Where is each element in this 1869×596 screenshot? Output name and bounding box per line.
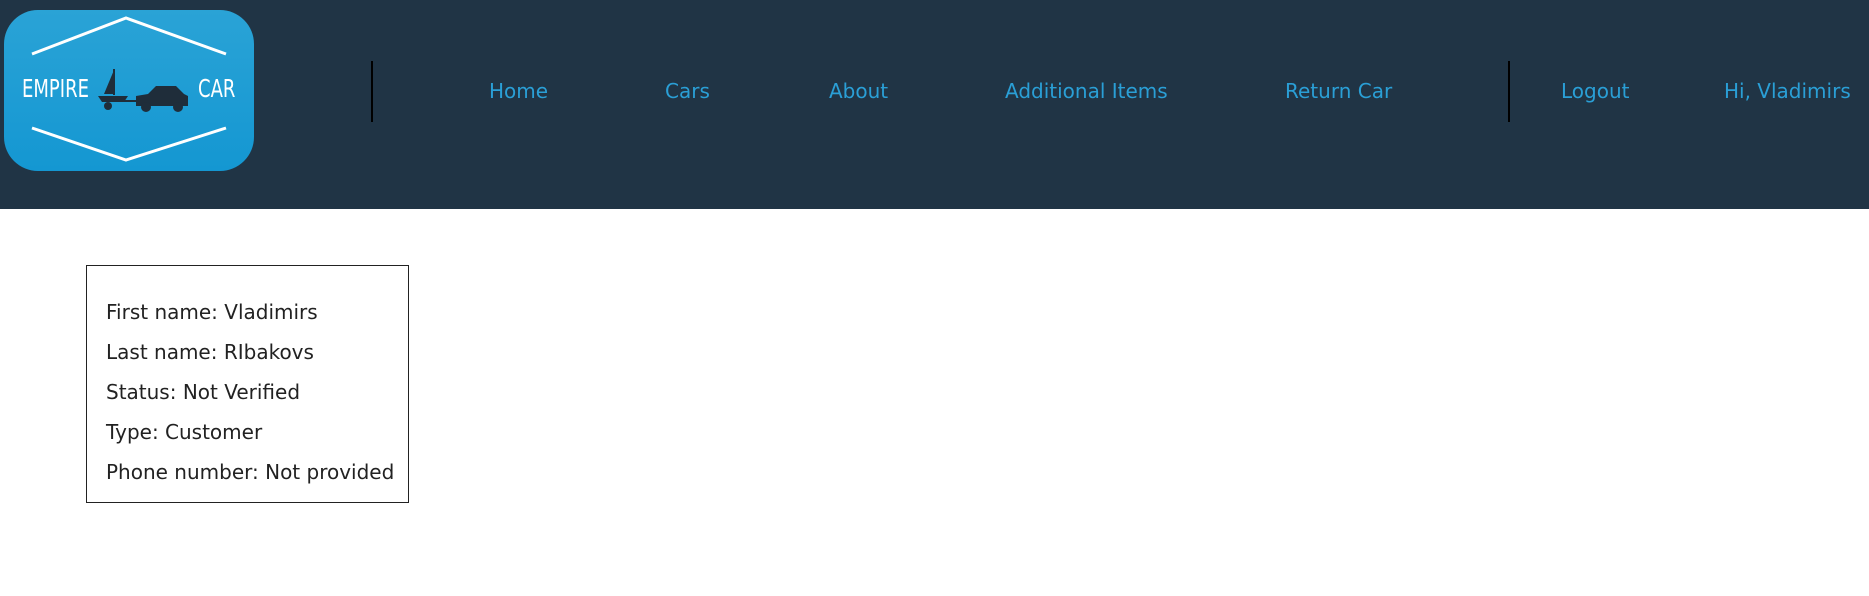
navbar: EMPIRE CAR Home Cars About Additional It… [0, 0, 1869, 209]
nav-user-greeting[interactable]: Hi, Vladimirs [1724, 79, 1851, 103]
logo-word-empire: EMPIRE [22, 74, 89, 103]
nav-cars-link[interactable]: Cars [665, 79, 710, 103]
nav-additional-items-link[interactable]: Additional Items [1005, 79, 1168, 103]
profile-first-name: First name: Vladimirs [106, 300, 318, 324]
profile-status: Status: Not Verified [106, 380, 301, 404]
nav-about-link[interactable]: About [829, 79, 888, 103]
car-towing-boat-icon [98, 69, 188, 112]
nav-divider-right [1508, 61, 1510, 122]
empire-car-logo[interactable]: EMPIRE CAR [4, 10, 254, 171]
profile-info-box: First name: Vladimirs Last name: RIbakov… [86, 265, 409, 503]
nav-logout-link[interactable]: Logout [1561, 79, 1629, 103]
nav-divider-left [371, 61, 373, 122]
nav-return-car-link[interactable]: Return Car [1285, 79, 1392, 103]
logo-word-car: CAR [198, 74, 236, 103]
profile-phone-number: Phone number: Not provided [106, 460, 395, 484]
nav-home-link[interactable]: Home [489, 79, 548, 103]
profile-last-name: Last name: RIbakovs [106, 340, 314, 364]
profile-type: Type: Customer [106, 420, 263, 444]
